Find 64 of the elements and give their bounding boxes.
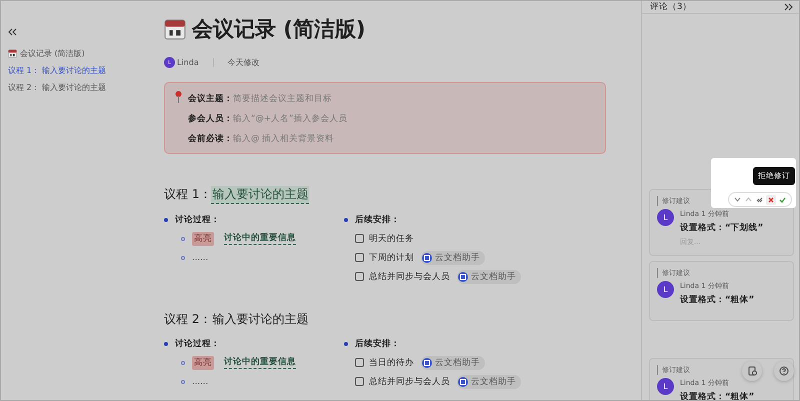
document-title: 会议记录 (简洁版) [192, 16, 366, 43]
assistant-icon [458, 272, 468, 282]
outline-item[interactable]: 会议记录 (简洁版) [8, 48, 151, 59]
bullet-icon [181, 236, 185, 240]
mention-chip[interactable]: 云文档助手 [457, 270, 521, 284]
bullet-icon [181, 380, 185, 384]
agenda-heading: 议程 2： [164, 311, 212, 328]
task-text: 总结并同步与会人员 [369, 270, 450, 282]
bullet-icon [164, 218, 168, 222]
bullet-icon [164, 342, 168, 346]
calendar-icon [8, 49, 17, 58]
field-label: 会议主题： [188, 93, 233, 105]
comment-body: 设置格式：“粗体” [680, 391, 754, 400]
task-checkbox[interactable] [355, 234, 364, 243]
section-label: 后续安排： [355, 338, 400, 350]
list-text: 讨论中的重要信息 [224, 356, 296, 369]
highlight-tag: 高亮 [192, 232, 214, 246]
field-placeholder[interactable]: 简要描述会议主题和目标 [233, 93, 332, 105]
assistant-icon [422, 358, 432, 368]
bullet-icon [181, 360, 185, 364]
task-checkbox[interactable] [355, 253, 364, 262]
field-placeholder[interactable]: 输入“@+人名”插入参会人员 [233, 113, 348, 125]
comment-body: 设置格式：“下划线” [680, 222, 764, 234]
task-text: 明天的任务 [369, 232, 414, 244]
field-placeholder[interactable]: 输入@ 插入相关背景资料 [233, 133, 334, 145]
section-label: 讨论过程： [175, 214, 220, 226]
field-label: 会前必读： [188, 133, 233, 145]
task-checkbox[interactable] [355, 272, 364, 281]
section-label: 讨论过程： [175, 338, 220, 350]
highlight-tag: 高亮 [192, 356, 214, 370]
reject-icon[interactable] [766, 194, 776, 204]
help-icon [779, 366, 789, 376]
assistant-icon [422, 252, 432, 262]
agenda-topic: 输入要讨论的主题 [211, 186, 310, 204]
document-icon [748, 366, 756, 376]
pin-icon [175, 91, 182, 103]
section-label: 后续安排： [355, 214, 400, 226]
list-text: ...... [192, 376, 208, 386]
field-label: 参会人员： [188, 113, 233, 125]
agenda-heading: 议程 1： [164, 186, 212, 203]
mention-chip[interactable]: 云文档助手 [457, 374, 521, 388]
bullet-icon [344, 218, 348, 222]
list-text: 讨论中的重要信息 [224, 232, 296, 245]
outline-item[interactable]: 议程 1： 输入要讨论的主题 [8, 65, 151, 76]
task-text: 当日的待办 [369, 356, 414, 368]
outline-item[interactable]: 议程 2： 输入要讨论的主题 [8, 82, 151, 93]
comment-body: 设置格式：“粗体” [680, 294, 754, 306]
mention-chip[interactable]: 云文档助手 [421, 250, 485, 264]
task-text: 下周的计划 [369, 252, 414, 264]
calendar-icon [164, 18, 186, 40]
agenda-topic: 输入要讨论的主题 [211, 311, 310, 328]
modified-time: 今天修改 [228, 57, 260, 68]
task-checkbox[interactable] [355, 358, 364, 367]
list-text: ...... [192, 252, 208, 262]
author-name: Linda [177, 58, 199, 67]
bullet-icon [344, 342, 348, 346]
bullet-icon [181, 256, 185, 260]
task-text: 总结并同步与会人员 [369, 376, 450, 388]
assistant-icon [458, 376, 468, 386]
panel-title: 评论（3） [650, 1, 692, 13]
mention-chip[interactable]: 云文档助手 [421, 356, 485, 370]
expand-icon[interactable] [784, 3, 793, 11]
task-checkbox[interactable] [355, 377, 364, 386]
collapse-icon[interactable] [8, 28, 17, 36]
